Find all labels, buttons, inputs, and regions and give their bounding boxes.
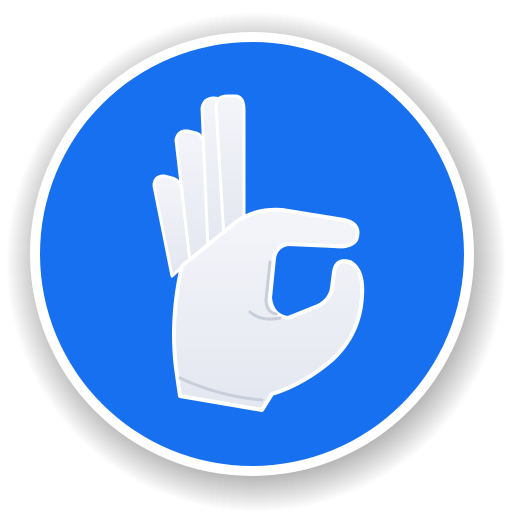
ok-hand-app-icon [6,12,506,512]
icon-canvas [0,0,512,512]
